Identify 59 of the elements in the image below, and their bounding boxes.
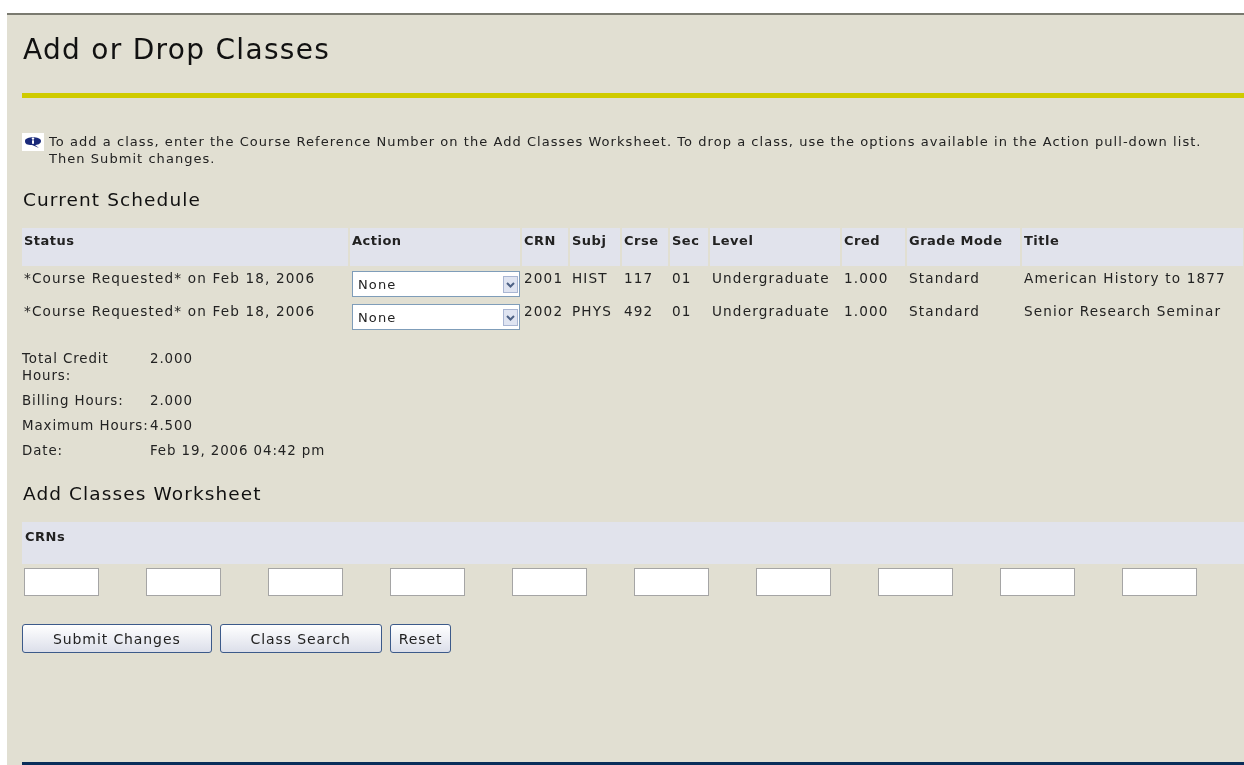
crn-field[interactable] [390, 568, 465, 596]
table-cell-text: Standard [908, 302, 982, 321]
info-text: To add a class, enter the Course Reference Number on the Add Classes Worksheet. To drop a class, use the options available in the Action pull-down list. Then Submit changes. [49, 133, 1203, 167]
crn-field[interactable] [268, 568, 343, 596]
summary-label: Total Credit Hours: [22, 350, 110, 384]
table-cell-text: 1.000 [843, 269, 890, 288]
table-cell-text: PHYS [571, 302, 613, 321]
table-cell-text: 117 [623, 269, 655, 288]
column-header: Level [710, 228, 840, 266]
crn-field[interactable] [512, 568, 587, 596]
summary-label: Maximum Hours: [22, 417, 150, 434]
section-heading: Current Schedule [23, 189, 202, 210]
table-cell-text: 01 [671, 302, 693, 321]
column-header: Crse [622, 228, 668, 266]
table-cell-text: Standard [908, 269, 982, 288]
table-cell-text: 2001 [523, 269, 565, 288]
crn-field[interactable] [1000, 568, 1075, 596]
caret-icon [503, 308, 518, 326]
table-cell-text: 492 [623, 302, 655, 321]
column-header: Title [1022, 228, 1243, 266]
form-button[interactable]: Reset [389, 624, 452, 653]
action-dropdown[interactable]: None [352, 304, 520, 330]
column-header: Subj [570, 228, 620, 266]
summary-value: Feb 19, 2006 04:42 pm [150, 442, 326, 459]
table-cell-text: 2002 [523, 302, 565, 321]
column-header: CRNs [25, 529, 66, 544]
column-header: Action [350, 228, 520, 266]
column-header: Cred [842, 228, 905, 266]
table-cell-text: 1.000 [843, 302, 890, 321]
form-button[interactable]: Class Search [219, 624, 382, 653]
crn-field[interactable] [146, 568, 221, 596]
crn-field[interactable] [634, 568, 709, 596]
caret-icon [503, 275, 518, 293]
table-cell-text: American History to 1877 [1023, 269, 1227, 288]
table-cell-text: Undergraduate [711, 302, 831, 321]
table-cell-text: 01 [671, 269, 693, 288]
table-cell-text: *Course Requested* on Feb 18, 2006 [23, 269, 317, 288]
form-button[interactable]: Submit Changes [22, 624, 212, 653]
column-header: Status [22, 228, 348, 266]
page-title: Add or Drop Classes [23, 33, 332, 66]
section-heading: Add Classes Worksheet [23, 483, 263, 504]
summary-value: 2.000 [150, 350, 194, 368]
table-cell-text: *Course Requested* on Feb 18, 2006 [23, 302, 317, 321]
summary-value: 4.500 [150, 417, 194, 434]
summary-label: Date: [22, 442, 65, 459]
table-cell-text: Undergraduate [711, 269, 831, 288]
crn-field[interactable] [1122, 568, 1197, 596]
action-dropdown[interactable]: None [352, 271, 520, 297]
crn-field[interactable] [878, 568, 953, 596]
column-header: Grade Mode [907, 228, 1020, 266]
table-cell-text: HIST [571, 269, 609, 288]
crn-field[interactable] [756, 568, 831, 596]
crn-field[interactable] [24, 568, 99, 596]
summary-value: 2.000 [150, 392, 194, 409]
table-cell-text: Senior Research Seminar [1023, 302, 1223, 321]
column-header: Sec [670, 228, 708, 266]
column-header: CRN [522, 228, 568, 266]
summary-label: Billing Hours: [22, 392, 125, 409]
info-icon [22, 133, 44, 151]
